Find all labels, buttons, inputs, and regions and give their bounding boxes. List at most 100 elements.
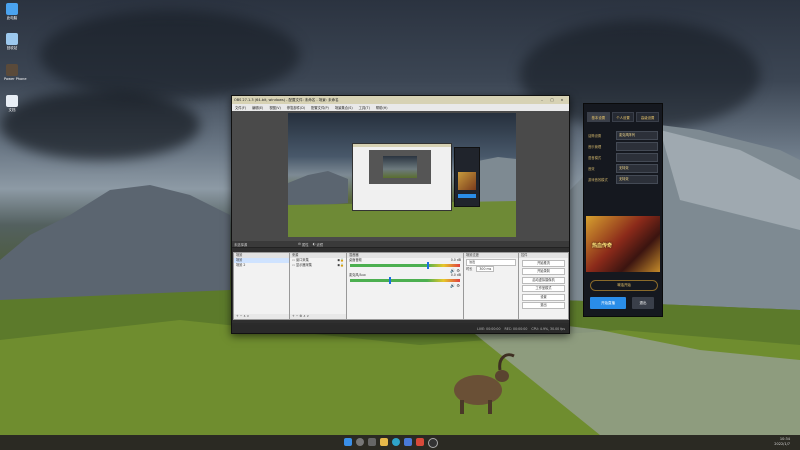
obs-window: OBS 27.1.3 (64-bit, windows) - 配置文件: 未命名… (231, 95, 570, 334)
nested-preview (369, 150, 431, 184)
menu-view[interactable]: 视图(V) (269, 105, 280, 110)
desktop-icon-this-pc[interactable]: 此电脑 (4, 3, 20, 21)
system-tray[interactable]: 10:34 2022/1/7 (774, 437, 790, 447)
desktop-icon-recycle-bin[interactable]: 回收站 (4, 33, 20, 51)
app-icon[interactable] (416, 438, 424, 446)
start-recording-button[interactable]: 开始录制 (522, 268, 565, 275)
clock-date: 2022/1/7 (774, 442, 790, 446)
live-status: LIVE: 00:00:00 (477, 327, 501, 331)
setting-select[interactable]: 无特效 (616, 174, 658, 184)
menu-scene-collection[interactable]: 场景集合(S) (335, 105, 353, 110)
controls-dock: 控件 开始推流 开始录制 启动虚拟摄像机 工作室模式 设置 退出 (518, 252, 569, 320)
windows-start-icon[interactable] (344, 438, 352, 446)
start-streaming-button[interactable]: 开始推流 (522, 259, 565, 267)
close-icon[interactable]: × (557, 98, 567, 102)
mixer-channel: 麦克风/Aux 0.0 dB (349, 273, 461, 277)
menu-docks[interactable]: 停靠部件(D) (287, 105, 305, 110)
duration-field[interactable]: 300 ms (476, 266, 495, 272)
start-live-button[interactable]: 开始直播 (590, 297, 626, 309)
exit-button[interactable]: 退出 (632, 297, 654, 309)
nested-titlebar (353, 144, 451, 147)
dock-title: 场景过渡 (464, 253, 518, 258)
setting-row: 游戏音效模式 无特效 (588, 174, 658, 184)
mixer-channel: 桌面音频 0.0 dB (349, 258, 461, 262)
store-icon[interactable] (404, 438, 412, 446)
sources-dock: 来源 ▭ 窗口采集 ◉🔒 ▭ 显示器采集 ◉🔒 + − ⚙ ∧ ∨ (289, 252, 347, 320)
nested-game-panel (454, 147, 480, 207)
preview-area (232, 111, 569, 241)
dock-context-bar: 未选择源 ⚙ 属性 ◐ 滤镜 (232, 241, 569, 248)
search-icon[interactable] (356, 438, 364, 446)
no-source-label: 未选择源 (234, 242, 248, 247)
volume-slider[interactable] (427, 262, 429, 269)
duration-row: 时长 300 ms (464, 266, 518, 272)
gear-icon[interactable]: ⚙ (456, 268, 460, 273)
menu-help[interactable]: 帮助(H) (376, 105, 388, 110)
taskbar-pinned (342, 438, 440, 448)
tab-advanced-settings[interactable]: 高级设置 (636, 112, 660, 122)
speaker-icon[interactable]: 🔊 (450, 268, 455, 273)
scenes-dock: 场景 场景 场景 2 + − ∧ ∨ (233, 252, 290, 320)
obs-titlebar: OBS 27.1.3 (64-bit, windows) - 配置文件: 未命名… (232, 96, 569, 104)
setting-select[interactable]: 麦克风阵列 (616, 130, 658, 140)
transitions-dock: 场景过渡 淡出 时长 300 ms (463, 252, 519, 320)
exit-button[interactable]: 退出 (522, 302, 565, 309)
nested-obs-window (352, 143, 452, 211)
menu-file[interactable]: 文件(F) (235, 105, 246, 110)
gear-icon[interactable]: ⚙ (298, 242, 301, 246)
explorer-icon[interactable] (380, 438, 388, 446)
gear-icon[interactable]: ⚙ (456, 283, 460, 288)
filter-icon[interactable]: ◐ (313, 242, 316, 246)
audio-meter (350, 277, 460, 284)
setting-select[interactable]: 无特效 (616, 163, 658, 173)
setting-row: 音乐管理 (588, 141, 658, 151)
properties-button[interactable]: 属性 (302, 242, 309, 247)
obs-docks: 未选择源 ⚙ 属性 ◐ 滤镜 场景 场景 场景 2 + − ∧ ∨ 来源 ▭ 窗… (232, 241, 569, 323)
scenes-toolbar[interactable]: + − ∧ ∨ (234, 314, 289, 319)
recycle-bin-icon (6, 33, 18, 45)
studio-mode-button[interactable]: 工作室模式 (522, 285, 565, 292)
maximize-icon[interactable]: □ (547, 98, 557, 102)
obs-icon[interactable] (428, 438, 438, 448)
eye-icon[interactable]: ◉🔒 (337, 263, 344, 268)
menu-edit[interactable]: 编辑(E) (252, 105, 263, 110)
mixer-dock: 混音器 桌面音频 0.0 dB 🔊 ⚙ 麦克风/Aux 0.0 dB 🔊 ⚙ (346, 252, 464, 320)
desktop-icon-document[interactable]: 文档 (4, 95, 20, 113)
status-bar: LIVE: 00:00:00 REC: 00:00:00 CPU: 4.9%, … (232, 325, 569, 333)
source-item[interactable]: ▭ 显示器采集 ◉🔒 (290, 263, 346, 268)
filters-button[interactable]: 滤镜 (316, 242, 323, 247)
setting-select[interactable] (616, 152, 658, 162)
minimize-icon[interactable]: – (537, 98, 547, 102)
scene-item[interactable]: 场景 2 (234, 263, 289, 268)
menu-tools[interactable]: 工具(T) (359, 105, 370, 110)
task-view-icon[interactable] (368, 438, 376, 446)
desktop-icon-power-phone[interactable]: Power Phone (4, 64, 27, 81)
nested-start-button (458, 194, 476, 198)
speaker-button[interactable]: 喊话开始 (590, 280, 658, 291)
sources-toolbar[interactable]: + − ⚙ ∧ ∨ (290, 314, 346, 319)
dock-title: 控件 (519, 253, 568, 258)
virtual-camera-button[interactable]: 启动虚拟摄像机 (522, 276, 565, 284)
transition-select[interactable]: 淡出 (466, 259, 516, 266)
setting-row: 语音模式 (588, 152, 658, 162)
edge-icon[interactable] (392, 438, 400, 446)
volume-slider[interactable] (388, 277, 391, 284)
game-live-panel: 基本设置 个人设置 高级设置 话筒设置 麦克风阵列 音乐管理 语音模式 音效 无… (583, 103, 663, 317)
cpu-status: CPU: 4.9%, 30.00 fps (531, 327, 565, 331)
setting-row: 音效 无特效 (588, 163, 658, 173)
nested-banner (458, 172, 476, 190)
banner-title: 热血传奇 (592, 243, 613, 249)
tab-basic-settings[interactable]: 基本设置 (587, 112, 610, 122)
speaker-icon[interactable]: 🔊 (450, 283, 455, 288)
menu-bar: 文件(F) 编辑(E) 视图(V) 停靠部件(D) 配置文件(P) 场景集合(S… (232, 104, 569, 111)
document-icon (6, 95, 18, 107)
setting-select[interactable] (616, 141, 658, 151)
taskbar: 10:34 2022/1/7 (0, 435, 800, 450)
audio-meter (350, 262, 460, 269)
settings-button[interactable]: 设置 (522, 293, 565, 301)
tab-personal-settings[interactable]: 个人设置 (611, 112, 635, 122)
menu-profile[interactable]: 配置文件(P) (311, 105, 329, 110)
game-banner-image[interactable]: 热血传奇 (586, 216, 660, 272)
computer-icon (6, 3, 18, 15)
preview-canvas[interactable] (288, 113, 516, 237)
